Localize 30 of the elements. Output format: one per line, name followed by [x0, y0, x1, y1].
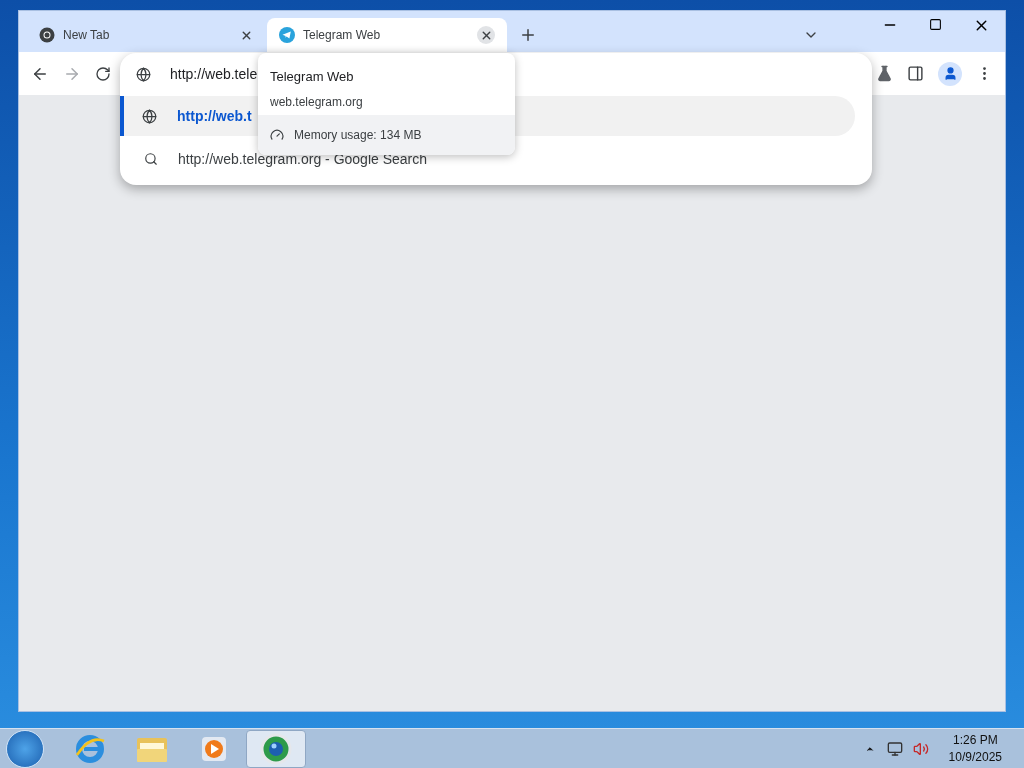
memory-usage: Memory usage: 134 MB: [294, 127, 422, 144]
globe-icon: [142, 108, 157, 124]
network-icon[interactable]: [886, 740, 903, 757]
maximize-icon[interactable]: [929, 18, 942, 31]
search-icon: [144, 152, 158, 166]
volume-muted-icon[interactable]: [912, 740, 929, 757]
close-icon[interactable]: [477, 26, 495, 44]
browser-e-icon: [74, 732, 106, 765]
gauge-icon: [270, 128, 284, 142]
side-panel-icon[interactable]: [907, 65, 924, 82]
browser-orb-icon: [260, 732, 292, 765]
address-field[interactable]: http://web.tele: [170, 64, 258, 85]
clock-time[interactable]: 1:26 PM: [952, 731, 998, 749]
tab-title: Telegram Web: [303, 27, 382, 44]
card-url: web.telegram.org: [270, 93, 364, 111]
taskbar-app[interactable]: [246, 729, 306, 768]
profile-icon[interactable]: [938, 61, 962, 86]
clock-date[interactable]: 10/9/2025: [948, 748, 1002, 766]
tab-title: New Tab: [63, 27, 111, 44]
play-icon: [200, 734, 228, 763]
paper-plane-icon: [279, 27, 295, 43]
globe-icon: [136, 67, 151, 82]
browser-tab[interactable]: New Tab: [27, 18, 267, 52]
start-button[interactable]: [6, 729, 44, 768]
reload-icon[interactable]: [95, 65, 111, 82]
card-title: Telegram Web: [270, 68, 355, 86]
chrome-icon: [39, 27, 55, 43]
browser-tab[interactable]: Telegram Web: [267, 18, 507, 52]
new-tab-icon[interactable]: [519, 26, 537, 44]
flask-icon[interactable]: [876, 65, 893, 82]
